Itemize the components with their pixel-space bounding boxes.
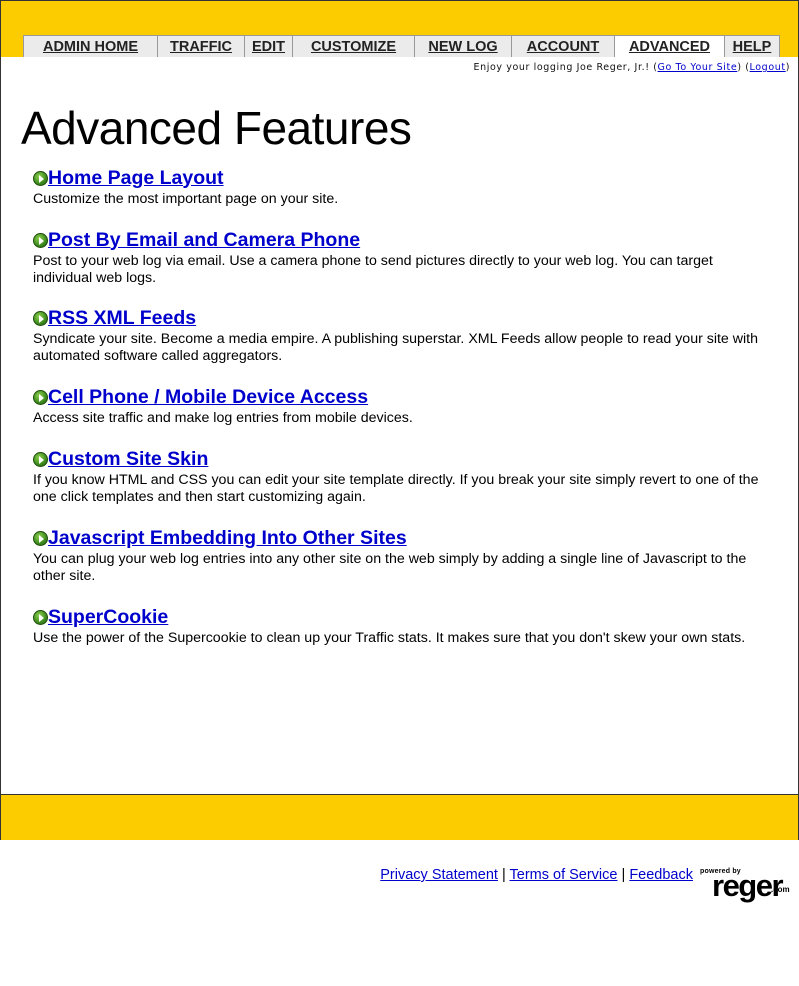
page: ADMIN HOME TRAFFIC EDIT CUSTOMIZE NEW LO… [0, 0, 799, 986]
feature-description: Customize the most important page on you… [33, 191, 339, 207]
tab-admin-home[interactable]: ADMIN HOME [23, 35, 157, 58]
arrow-bullet-icon [33, 232, 48, 248]
feature-description: You can plug your web log entries into a… [33, 551, 747, 584]
user-greeting: Enjoy your logging Joe Reger, Jr.! [473, 62, 650, 73]
tab-help[interactable]: HELP [724, 35, 780, 58]
logout-link[interactable]: Logout [750, 62, 786, 73]
tab-traffic[interactable]: TRAFFIC [157, 35, 244, 58]
feature-link[interactable]: Javascript Embedding Into Other Sites [48, 527, 407, 550]
feature-link[interactable]: SuperCookie [48, 606, 168, 629]
feature-custom-site-skin: Custom Site Skin If you know HTML and CS… [33, 447, 781, 506]
tab-account[interactable]: ACCOUNT [511, 35, 614, 58]
feature-description: Access site traffic and make log entries… [33, 410, 413, 426]
footer: Privacy Statement | Terms of Service | F… [0, 840, 799, 986]
feature-supercookie: SuperCookie Use the power of the Superco… [33, 605, 781, 647]
feature-rss-xml-feeds: RSS XML Feeds Syndicate your site. Becom… [33, 306, 781, 365]
page-title: Advanced Features [21, 102, 412, 154]
logo-suffix: .com [771, 885, 790, 894]
main-content: Enjoy your logging Joe Reger, Jr.! (Go T… [0, 57, 799, 794]
feature-link[interactable]: Custom Site Skin [48, 448, 208, 471]
footer-links: Privacy Statement | Terms of Service | F… [380, 867, 693, 883]
arrow-bullet-icon [33, 451, 48, 467]
feature-description: If you know HTML and CSS you can edit yo… [33, 472, 759, 505]
arrow-bullet-icon [33, 530, 48, 546]
feature-mobile-access: Cell Phone / Mobile Device Access Access… [33, 385, 781, 427]
feature-description: Use the power of the Supercookie to clea… [33, 630, 746, 646]
feature-link[interactable]: RSS XML Feeds [48, 307, 196, 330]
arrow-bullet-icon [33, 609, 48, 625]
bottom-bar [0, 794, 799, 840]
go-to-site-link[interactable]: Go To Your Site [658, 62, 738, 73]
reger-logo[interactable]: powered by reger .com [698, 868, 792, 908]
tab-customize[interactable]: CUSTOMIZE [292, 35, 414, 58]
feature-link[interactable]: Post By Email and Camera Phone [48, 229, 360, 252]
arrow-bullet-icon [33, 170, 48, 186]
feature-description: Syndicate your site. Become a media empi… [33, 331, 758, 364]
feature-link[interactable]: Home Page Layout [48, 167, 224, 190]
feature-home-page-layout: Home Page Layout Customize the most impo… [33, 166, 781, 208]
top-nav-bar: ADMIN HOME TRAFFIC EDIT CUSTOMIZE NEW LO… [0, 0, 799, 59]
user-greeting-line: Enjoy your logging Joe Reger, Jr.! (Go T… [473, 62, 790, 73]
terms-of-service-link[interactable]: Terms of Service [510, 867, 618, 883]
nav-tabs: ADMIN HOME TRAFFIC EDIT CUSTOMIZE NEW LO… [23, 35, 780, 59]
feedback-link[interactable]: Feedback [629, 867, 693, 883]
feature-post-by-email: Post By Email and Camera Phone Post to y… [33, 228, 781, 287]
tab-new-log[interactable]: NEW LOG [414, 35, 511, 58]
tab-advanced[interactable]: ADVANCED [614, 35, 724, 59]
feature-description: Post to your web log via email. Use a ca… [33, 253, 713, 286]
arrow-bullet-icon [33, 310, 48, 326]
feature-link[interactable]: Cell Phone / Mobile Device Access [48, 386, 368, 409]
arrow-bullet-icon [33, 389, 48, 405]
privacy-statement-link[interactable]: Privacy Statement [380, 867, 498, 883]
feature-javascript-embedding: Javascript Embedding Into Other Sites Yo… [33, 526, 781, 585]
tab-edit[interactable]: EDIT [244, 35, 292, 58]
